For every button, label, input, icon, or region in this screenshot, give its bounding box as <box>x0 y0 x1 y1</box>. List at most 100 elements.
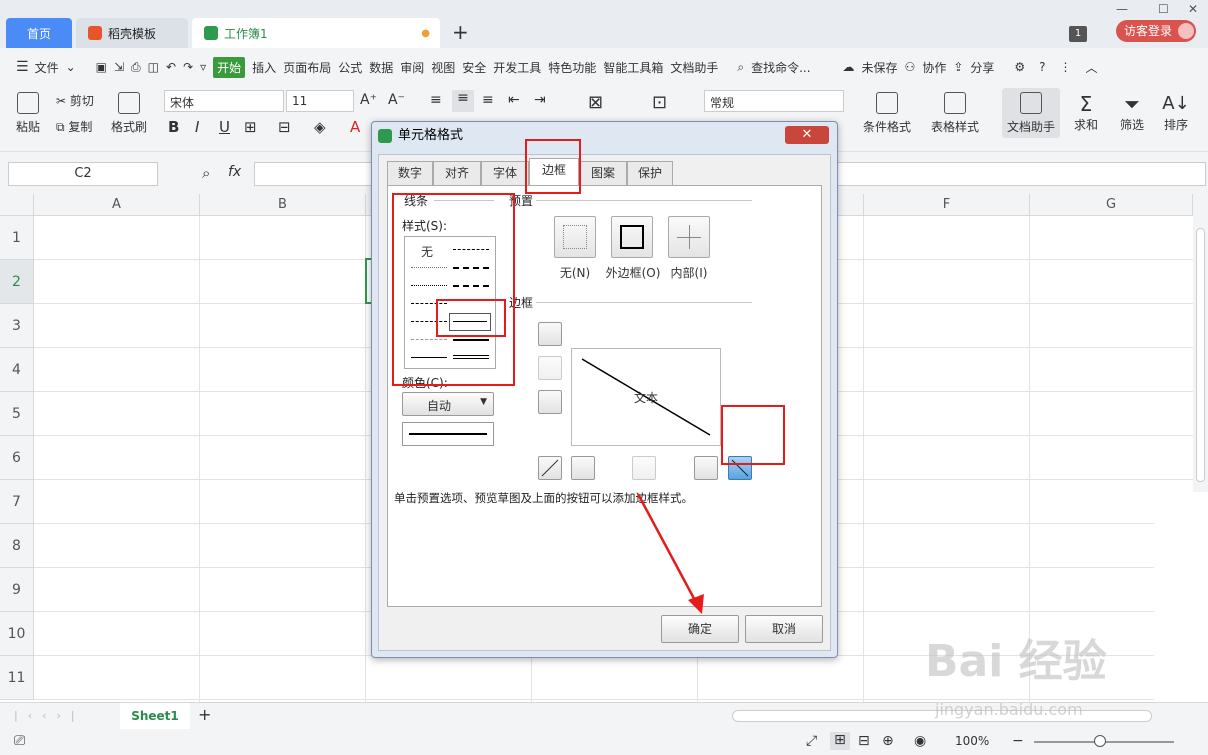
tab-number[interactable]: 数字 <box>387 161 433 185</box>
settings-icon[interactable]: ⚙ <box>1014 60 1025 74</box>
command-search[interactable]: 查找命令... <box>751 59 810 76</box>
row-header[interactable]: 7 <box>0 480 34 524</box>
row-header[interactable]: 2 <box>0 260 34 304</box>
undo-icon[interactable]: ↶ <box>166 60 176 74</box>
window-count-badge[interactable]: 1 <box>1069 26 1087 42</box>
font-name-select[interactable]: 宋体 <box>164 90 284 112</box>
align-middle-icon[interactable]: ≡ <box>452 90 474 112</box>
tab-pattern[interactable]: 图案 <box>579 161 627 185</box>
more-icon[interactable]: ⋮ <box>1060 60 1072 74</box>
border-left-button[interactable] <box>571 456 595 480</box>
fill-style-icon[interactable]: ⊟ <box>278 118 291 136</box>
font-size-select[interactable]: 11 <box>286 90 354 112</box>
export-icon[interactable]: ⇲ <box>114 60 124 74</box>
menu-insert[interactable]: 插入 <box>252 59 276 76</box>
row-header[interactable]: 5 <box>0 392 34 436</box>
increase-font-icon[interactable]: A⁺ <box>360 92 377 108</box>
fill-color-icon[interactable]: ◈ <box>314 118 326 136</box>
border-right-button[interactable] <box>694 456 718 480</box>
quick-access-dropdown-icon[interactable]: ▿ <box>200 60 206 74</box>
bold-icon[interactable]: B <box>168 118 179 136</box>
row-header[interactable]: 11 <box>0 656 34 700</box>
search-icon[interactable]: ⌕ <box>737 60 744 75</box>
fullscreen-icon[interactable]: ⤢ <box>806 733 817 749</box>
menu-security[interactable]: 安全 <box>462 59 486 76</box>
menu-smart-toolbox[interactable]: 智能工具箱 <box>603 59 663 76</box>
paste-button[interactable]: 粘贴 <box>10 92 46 135</box>
indent-decrease-icon[interactable]: ⇤ <box>508 92 520 108</box>
menu-file[interactable]: 文件 <box>35 59 59 76</box>
menu-view[interactable]: 视图 <box>431 59 455 76</box>
vertical-scroll-thumb[interactable] <box>1196 228 1205 482</box>
sort-button[interactable]: A↓ 排序 <box>1158 92 1194 133</box>
column-header[interactable]: G <box>1030 194 1193 216</box>
tab-font[interactable]: 字体 <box>481 161 529 185</box>
print-icon[interactable]: ⎙ <box>131 60 141 75</box>
zoom-slider-thumb[interactable] <box>1094 735 1106 747</box>
tab-alignment[interactable]: 对齐 <box>433 161 481 185</box>
color-select[interactable]: 自动 ▼ <box>402 392 494 416</box>
page-layout-view-icon[interactable]: ⊕ <box>882 733 894 749</box>
preset-outline-button[interactable] <box>611 216 653 258</box>
tab-home[interactable]: 首页 <box>6 18 72 48</box>
font-color-icon[interactable]: A <box>350 118 360 136</box>
border-preview[interactable]: 文本 <box>571 348 721 446</box>
row-header[interactable]: 4 <box>0 348 34 392</box>
border-center-button[interactable] <box>632 456 656 480</box>
share-button[interactable]: 分享 <box>970 59 994 76</box>
save-icon[interactable]: ▣ <box>96 60 107 74</box>
table-style-button[interactable]: 表格样式 <box>926 92 984 135</box>
sheet-tab[interactable]: Sheet1 <box>120 703 190 730</box>
merge-icon[interactable]: ⊠ <box>588 92 603 113</box>
wrap-icon[interactable]: ⊡ <box>652 92 667 113</box>
preview-icon[interactable]: ◫ <box>148 60 159 74</box>
menu-review[interactable]: 审阅 <box>400 59 424 76</box>
close-icon[interactable]: ✕ <box>1188 2 1198 16</box>
row-header[interactable]: 8 <box>0 524 34 568</box>
maximize-icon[interactable]: ☐ <box>1158 2 1169 16</box>
menu-formula[interactable]: 公式 <box>338 59 362 76</box>
underline-icon[interactable]: U <box>219 118 230 136</box>
close-icon[interactable]: ✕ <box>785 126 829 144</box>
unsaved-status[interactable]: 未保存 <box>862 59 898 76</box>
border-middle-button[interactable] <box>538 356 562 380</box>
doc-assistant-button[interactable]: 文档助手 <box>1002 88 1060 138</box>
border-diagonal-up-button[interactable] <box>538 456 562 480</box>
sum-button[interactable]: Σ 求和 <box>1068 92 1104 133</box>
new-tab-icon[interactable]: + <box>452 20 469 44</box>
macro-icon[interactable]: ⎚ <box>14 733 25 749</box>
redo-icon[interactable]: ↷ <box>183 60 193 74</box>
help-icon[interactable]: ? <box>1039 60 1045 74</box>
collab-button[interactable]: 协作 <box>922 59 946 76</box>
zoom-icon[interactable]: ⌕ <box>202 164 210 182</box>
indent-increase-icon[interactable]: ⇥ <box>534 92 546 108</box>
preset-inside-button[interactable] <box>668 216 710 258</box>
menu-page-layout[interactable]: 页面布局 <box>283 59 331 76</box>
menu-developer[interactable]: 开发工具 <box>493 59 541 76</box>
normal-view-icon[interactable]: ⊞ <box>830 732 850 750</box>
format-painter-button[interactable]: 格式刷 <box>108 92 150 135</box>
decrease-font-icon[interactable]: A⁻ <box>388 92 405 108</box>
number-format-select[interactable]: 常规 <box>704 90 844 112</box>
minimize-icon[interactable]: — <box>1116 2 1128 16</box>
name-box[interactable]: C2 <box>8 162 158 186</box>
tab-protection[interactable]: 保护 <box>627 161 673 185</box>
copy-button[interactable]: ⧉ 复制 <box>56 118 106 135</box>
row-header[interactable]: 10 <box>0 612 34 656</box>
italic-icon[interactable]: I <box>195 118 199 136</box>
eye-protection-icon[interactable]: ◉ <box>914 733 926 749</box>
fx-icon[interactable]: fx <box>228 164 241 180</box>
cancel-button[interactable]: 取消 <box>745 615 823 643</box>
border-bottom-button[interactable] <box>538 390 562 414</box>
zoom-level[interactable]: 100% <box>955 734 989 748</box>
tab-workbook[interactable]: 工作簿1 ● <box>192 18 440 48</box>
border-icon[interactable]: ⊞ <box>244 118 257 136</box>
menu-doc-assistant[interactable]: 文档助手 <box>670 59 718 76</box>
add-sheet-icon[interactable]: + <box>198 705 211 724</box>
cut-button[interactable]: ✂ 剪切 <box>56 92 106 109</box>
avatar[interactable] <box>1178 23 1194 39</box>
collapse-ribbon-icon[interactable]: ︿ <box>1086 59 1098 76</box>
menu-start[interactable]: 开始 <box>213 56 246 78</box>
align-top-icon[interactable]: ≡ <box>430 92 442 108</box>
column-header[interactable]: F <box>864 194 1030 216</box>
